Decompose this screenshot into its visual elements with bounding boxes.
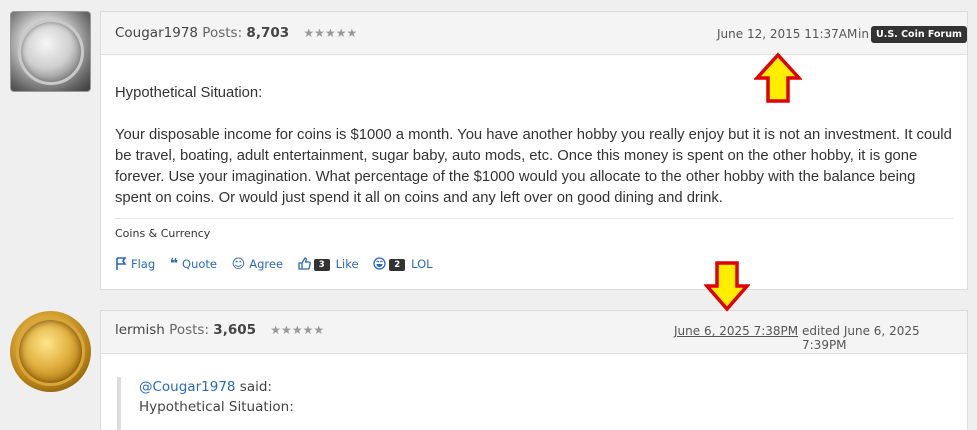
post-date[interactable]: June 6, 2025 7:38PM	[674, 324, 798, 338]
post-author: Cougar1978 Posts: 8,703 ★★★★★	[115, 25, 357, 41]
avatar-cougar1978[interactable]	[10, 11, 91, 92]
up-arrow-annotation-icon	[754, 52, 802, 103]
post-author: lermish Posts: 3,605 ★★★★★	[115, 322, 324, 338]
post-2: lermish Posts: 3,605 ★★★★★ June 6, 2025 …	[100, 310, 968, 430]
like-label: Like	[335, 257, 359, 271]
quote-block: @Cougar1978 said: Hypothetical Situation…	[117, 377, 717, 430]
posts-count: 3,605	[213, 322, 256, 338]
rank-stars: ★★★★★	[270, 323, 325, 337]
like-button[interactable]: 3 Like	[298, 257, 359, 271]
avatar-lermish[interactable]	[10, 311, 91, 392]
laugh-icon	[373, 257, 386, 270]
coin-image	[18, 19, 84, 85]
posts-count: 8,703	[246, 25, 290, 41]
like-count: 3	[313, 259, 330, 271]
posts-label: Posts:	[169, 322, 209, 338]
username-link[interactable]: lermish	[115, 322, 165, 338]
quote-text: Hypothetical Situation:	[139, 399, 294, 415]
post-header: Cougar1978 Posts: 8,703 ★★★★★ June 12, 2…	[101, 12, 967, 55]
post-tags: Coins & Currency	[115, 218, 953, 240]
quote-icon: ❝	[169, 256, 179, 272]
quote-author-link[interactable]: @Cougar1978	[139, 379, 236, 395]
down-arrow-annotation-icon	[704, 261, 750, 312]
posts-label: Posts:	[202, 25, 243, 41]
quote-said: said:	[239, 379, 272, 395]
username-link[interactable]: Cougar1978	[115, 25, 198, 41]
category-badge[interactable]: U.S. Coin Forum	[871, 26, 967, 43]
smiley-icon: ☺	[231, 257, 246, 272]
flag-label: Flag	[131, 257, 156, 271]
post-body: Hypothetical Situation: Your disposable …	[101, 55, 967, 209]
lol-count: 2	[389, 259, 406, 271]
lol-label: LOL	[411, 257, 433, 271]
post-date[interactable]: June 12, 2015 11:37AM	[717, 27, 857, 41]
rank-stars: ★★★★★	[303, 26, 358, 40]
coin-image	[16, 317, 85, 386]
agree-label: Agree	[249, 257, 284, 271]
thumbs-up-icon	[298, 257, 311, 270]
edited-note: edited June 6, 2025 7:39PM	[802, 324, 920, 352]
flag-button[interactable]: Flag	[115, 257, 155, 271]
post-1: Cougar1978 Posts: 8,703 ★★★★★ June 12, 2…	[100, 11, 968, 290]
in-label: in	[858, 27, 869, 41]
quote-button[interactable]: ❝ Quote	[170, 256, 217, 272]
lol-button[interactable]: 2 LOL	[373, 257, 433, 271]
flag-icon	[116, 257, 127, 270]
quote-label: Quote	[182, 257, 218, 271]
post-paragraph: Your disposable income for coins is $100…	[115, 127, 952, 206]
post-paragraph: Hypothetical Situation:	[115, 85, 263, 101]
agree-button[interactable]: ☺ Agree	[232, 257, 283, 272]
tag-link[interactable]: Coins & Currency	[115, 227, 210, 240]
post-header: lermish Posts: 3,605 ★★★★★ June 6, 2025 …	[101, 311, 967, 354]
reaction-bar: Flag ❝ Quote ☺ Agree 3 Like 2 LOL	[115, 256, 444, 272]
